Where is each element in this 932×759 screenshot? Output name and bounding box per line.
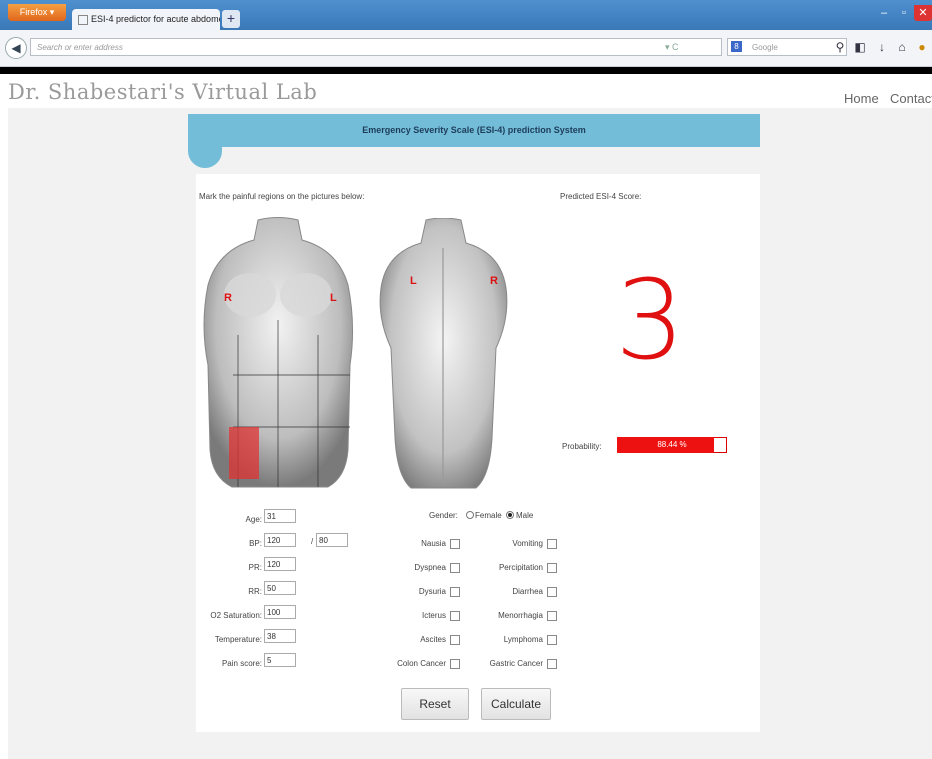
symptom-label: Ascites bbox=[420, 635, 446, 644]
site-title: Dr. Shabestari's Virtual Lab bbox=[8, 80, 318, 104]
probability-label: Probability: bbox=[562, 442, 602, 451]
back-left-marker: L bbox=[410, 275, 417, 287]
symptom-checkbox[interactable] bbox=[450, 539, 460, 549]
addon-icon[interactable]: ● bbox=[914, 38, 930, 56]
pr-label: PR: bbox=[248, 563, 262, 572]
pain-score-input[interactable]: 5 bbox=[264, 653, 296, 667]
front-right-marker: R bbox=[224, 292, 232, 304]
front-body-map[interactable]: R L bbox=[198, 215, 358, 490]
download-icon[interactable]: ↓ bbox=[874, 38, 890, 56]
firefox-menu-button[interactable]: Firefox ▾ bbox=[8, 4, 66, 21]
bp-label: BP: bbox=[249, 539, 262, 548]
back-body-map[interactable]: L R bbox=[376, 218, 511, 490]
minimize-icon[interactable]: – bbox=[876, 5, 892, 21]
home-icon[interactable]: ⌂ bbox=[894, 38, 910, 56]
maximize-icon[interactable]: ▫ bbox=[896, 5, 912, 21]
bp-diastolic-input[interactable]: 80 bbox=[316, 533, 348, 547]
symptom-checkbox[interactable] bbox=[547, 563, 557, 573]
symptom-label: Lymphoma bbox=[503, 635, 543, 644]
gender-male-radio[interactable] bbox=[506, 511, 514, 519]
url-input[interactable]: Search or enter address bbox=[30, 38, 722, 56]
selected-region[interactable] bbox=[229, 427, 259, 479]
probability-value: 88.44 % bbox=[657, 440, 687, 449]
gender-female-radio[interactable] bbox=[466, 511, 474, 519]
symptom-checkbox[interactable] bbox=[547, 635, 557, 645]
google-icon[interactable]: 8 bbox=[731, 41, 742, 52]
browser-tab[interactable]: ESI-4 predictor for acute abdomen - Om..… bbox=[72, 9, 220, 30]
instructions-text: Mark the painful regions on the pictures… bbox=[199, 192, 365, 201]
temperature-input[interactable]: 38 bbox=[264, 629, 296, 643]
reload-icon[interactable]: ▾ C bbox=[665, 38, 693, 56]
o2-saturation-input[interactable]: 100 bbox=[264, 605, 296, 619]
reset-button[interactable]: Reset bbox=[401, 688, 469, 720]
page-top-bar bbox=[0, 67, 932, 74]
symptom-checkbox[interactable] bbox=[450, 611, 460, 621]
pain-score-label: Pain score: bbox=[221, 659, 262, 668]
symptom-label: Vomiting bbox=[512, 539, 543, 548]
rr-label: RR: bbox=[248, 587, 262, 596]
predicted-score-label: Predicted ESI-4 Score: bbox=[560, 192, 642, 201]
symptom-label: Gastric Cancer bbox=[489, 659, 543, 668]
symptom-checkbox[interactable] bbox=[450, 659, 460, 669]
predicted-score: 3 bbox=[615, 256, 685, 384]
bp-systolic-input[interactable]: 120 bbox=[264, 533, 296, 547]
bp-separator: / bbox=[311, 537, 314, 546]
symptom-label: Nausia bbox=[421, 539, 446, 548]
close-icon[interactable]: ✕ bbox=[914, 5, 932, 21]
age-label: Age: bbox=[245, 515, 262, 524]
symptom-checkbox[interactable] bbox=[547, 539, 557, 549]
back-right-marker: R bbox=[490, 275, 498, 287]
pr-input[interactable]: 120 bbox=[264, 557, 296, 571]
symptom-checkbox[interactable] bbox=[450, 563, 460, 573]
symptom-label: Diarrhea bbox=[512, 587, 543, 596]
age-input[interactable]: 31 bbox=[264, 509, 296, 523]
search-icon[interactable]: ⚲ bbox=[832, 38, 848, 56]
bookmarks-icon[interactable]: ◧ bbox=[852, 38, 868, 56]
back-arrow-icon[interactable]: ◀ bbox=[5, 37, 27, 59]
symptom-checkbox[interactable] bbox=[450, 635, 460, 645]
gender-female-label: Female bbox=[475, 511, 502, 520]
symptom-label: Dysuria bbox=[418, 587, 446, 596]
calculate-button[interactable]: Calculate bbox=[481, 688, 551, 720]
gender-label: Gender: bbox=[429, 511, 458, 520]
nav-home-link[interactable]: Home bbox=[844, 91, 879, 106]
page-icon bbox=[78, 14, 88, 25]
front-left-marker: L bbox=[330, 292, 337, 304]
symptom-checkbox[interactable] bbox=[450, 587, 460, 597]
tab-title: ESI-4 predictor for acute abdomen - Om..… bbox=[91, 14, 220, 24]
system-banner: Emergency Severity Scale (ESI-4) predict… bbox=[188, 114, 760, 147]
symptom-label: Menorrhagia bbox=[498, 611, 543, 620]
symptom-label: Colon Cancer bbox=[397, 659, 446, 668]
symptom-checkbox[interactable] bbox=[547, 587, 557, 597]
nav-contact-link[interactable]: Contact bbox=[890, 91, 932, 106]
rr-input[interactable]: 50 bbox=[264, 581, 296, 595]
symptom-label: Icterus bbox=[421, 611, 446, 620]
temperature-label: Temperature: bbox=[214, 635, 262, 644]
new-tab-button[interactable]: + bbox=[222, 10, 240, 28]
search-input[interactable]: Google bbox=[727, 38, 847, 56]
gender-male-label: Male bbox=[516, 511, 534, 520]
symptom-label: Percipitation bbox=[498, 563, 543, 572]
symptom-label: Dyspnea bbox=[414, 563, 446, 572]
o2-saturation-label: O2 Saturation: bbox=[210, 611, 262, 620]
symptom-checkbox[interactable] bbox=[547, 659, 557, 669]
symptom-checkbox[interactable] bbox=[547, 611, 557, 621]
